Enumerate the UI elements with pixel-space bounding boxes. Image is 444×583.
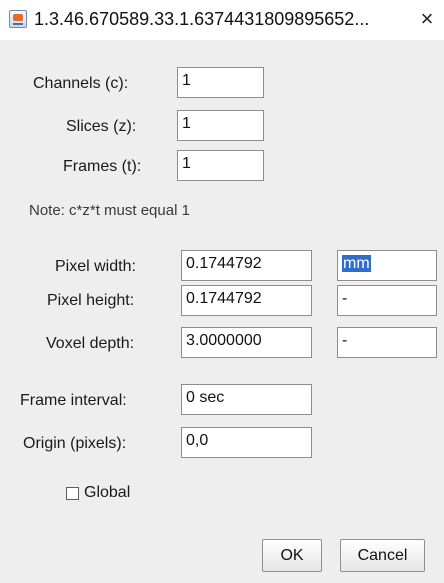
ok-button[interactable]: OK <box>262 539 322 572</box>
pixel-width-field[interactable]: 0.1744792 <box>181 250 312 281</box>
slices-field[interactable]: 1 <box>177 110 264 141</box>
voxel-depth-field[interactable]: 3.0000000 <box>181 327 312 358</box>
channels-label: Channels (c): <box>33 75 129 92</box>
global-checkbox-label[interactable]: Global <box>84 484 130 502</box>
cancel-button[interactable]: Cancel <box>340 539 425 572</box>
java-app-icon <box>9 10 27 28</box>
pixel-width-unit-field[interactable]: mm <box>337 250 437 281</box>
title-bar[interactable]: 1.3.46.670589.33.1.6374431809895652... × <box>0 0 444 40</box>
dimension-note: Note: c*z*t must equal 1 <box>29 202 190 219</box>
pixel-height-label: Pixel height: <box>47 292 135 309</box>
pixel-width-label: Pixel width: <box>55 258 136 275</box>
frames-label: Frames (t): <box>63 158 142 175</box>
global-checkbox[interactable] <box>66 487 79 500</box>
frame-interval-field[interactable]: 0 sec <box>181 384 312 415</box>
voxel-depth-unit-field[interactable]: - <box>337 327 437 358</box>
voxel-depth-label: Voxel depth: <box>46 335 135 352</box>
close-icon[interactable]: × <box>415 4 439 34</box>
frames-field[interactable]: 1 <box>177 150 264 181</box>
channels-field[interactable]: 1 <box>177 67 264 98</box>
image-properties-dialog: 1.3.46.670589.33.1.6374431809895652... ×… <box>0 0 444 583</box>
pixel-width-unit-selected-text: mm <box>342 255 371 272</box>
frame-interval-label: Frame interval: <box>20 392 127 409</box>
origin-label: Origin (pixels): <box>23 435 127 452</box>
slices-label: Slices (z): <box>66 118 137 135</box>
window-title: 1.3.46.670589.33.1.6374431809895652... <box>34 9 370 29</box>
pixel-height-field[interactable]: 0.1744792 <box>181 285 312 316</box>
pixel-height-unit-field[interactable]: - <box>337 285 437 316</box>
origin-field[interactable]: 0,0 <box>181 427 312 458</box>
